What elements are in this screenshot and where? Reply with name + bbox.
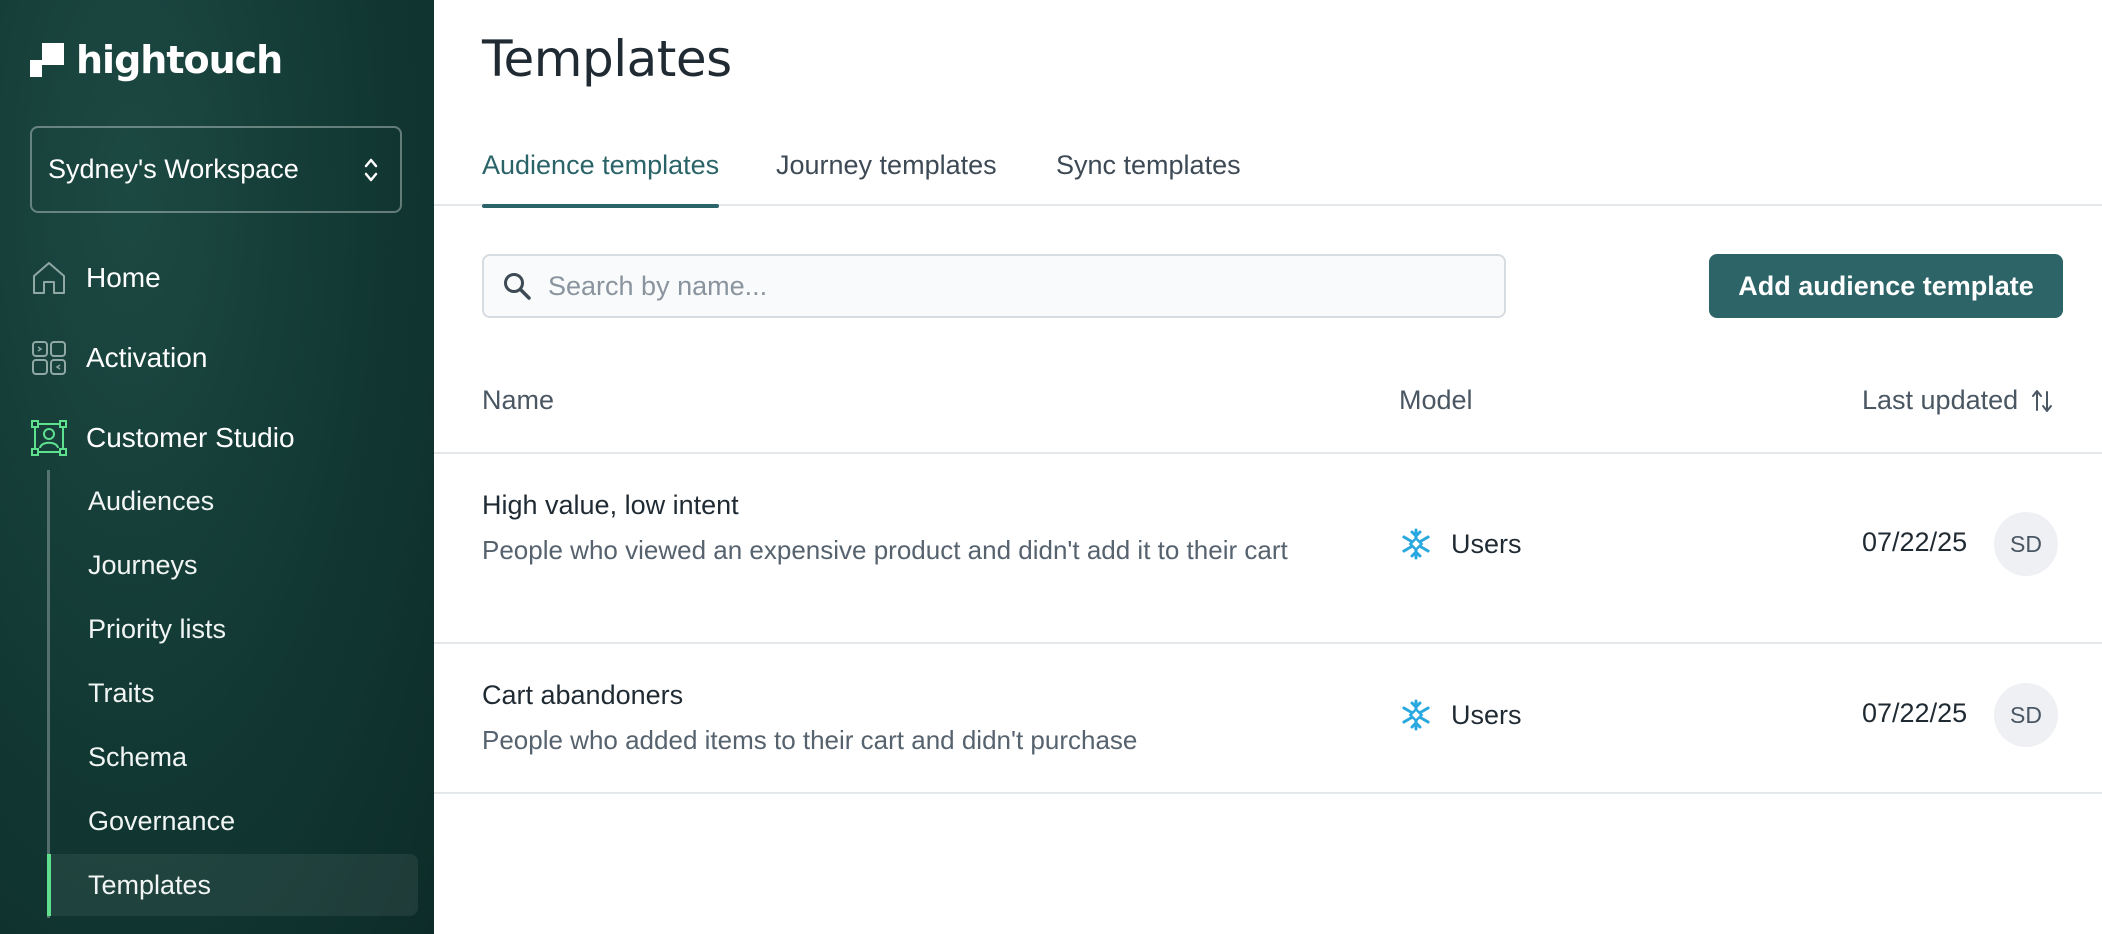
table-header: Name Model Last updated xyxy=(434,370,2102,454)
template-description: People who viewed an expensive product a… xyxy=(482,535,1288,565)
logo-text: hightouch xyxy=(76,38,283,82)
subnav-item-schema[interactable]: Schema xyxy=(48,726,418,788)
last-updated-date: 07/22/25 xyxy=(1862,698,1968,728)
tab-journey-templates[interactable]: Journey templates xyxy=(776,150,997,206)
main-content: Templates Audience templates Journey tem… xyxy=(434,0,2102,934)
nav-label: Home xyxy=(86,262,161,293)
column-header-label: Last updated xyxy=(1862,385,2019,415)
avatar: SD xyxy=(1994,512,2058,576)
last-updated-date: 07/22/25 xyxy=(1862,527,1968,557)
subnav-item-journeys[interactable]: Journeys xyxy=(48,534,418,596)
tab-audience-templates[interactable]: Audience templates xyxy=(482,150,720,208)
search-input[interactable] xyxy=(548,270,1504,302)
sort-icon xyxy=(2032,389,2053,412)
subnav-item-priority-lists[interactable]: Priority lists xyxy=(48,598,418,660)
hightouch-logo-icon xyxy=(30,43,64,77)
snowflake-icon xyxy=(1402,528,1430,560)
avatar: SD xyxy=(1994,683,2058,747)
logo[interactable]: hightouch xyxy=(30,36,283,84)
table-row[interactable]: High value, low intent People who viewed… xyxy=(434,454,2102,644)
add-audience-template-button[interactable]: Add audience template xyxy=(1709,254,2063,318)
search-box[interactable] xyxy=(482,254,1506,318)
snowflake-icon xyxy=(1402,699,1430,731)
template-name: High value, low intent xyxy=(482,490,739,520)
nav-label: Customer Studio xyxy=(86,422,295,453)
nav-item-home[interactable]: Home xyxy=(30,253,161,303)
subnav-item-traits[interactable]: Traits xyxy=(48,662,418,724)
tab-sync-templates[interactable]: Sync templates xyxy=(1056,150,1241,206)
model-name: Users xyxy=(1451,699,1522,730)
tab-bar: Audience templates Journey templates Syn… xyxy=(434,140,2102,208)
sidebar: hightouch Sydney's Workspace Home Activa… xyxy=(0,0,434,934)
template-description: People who added items to their cart and… xyxy=(482,725,1138,755)
model-cell: Users xyxy=(1399,698,1522,732)
workspace-name: Sydney's Workspace xyxy=(48,154,299,184)
table-row[interactable]: Cart abandoners People who added items t… xyxy=(434,644,2102,794)
model-cell: Users xyxy=(1399,527,1522,561)
subnav-item-governance[interactable]: Governance xyxy=(48,790,418,852)
template-name: Cart abandoners xyxy=(482,680,684,710)
subnav-item-templates[interactable]: Templates xyxy=(47,854,418,916)
page-title: Templates xyxy=(482,30,732,88)
chevron-up-down-icon xyxy=(364,158,378,181)
column-header-last-updated[interactable]: Last updated xyxy=(1862,385,2054,416)
subnav-item-audiences[interactable]: Audiences xyxy=(48,470,418,532)
column-header-name: Name xyxy=(482,385,555,415)
column-header-model: Model xyxy=(1399,385,1473,415)
workspace-switcher[interactable]: Sydney's Workspace xyxy=(30,126,402,213)
nav-item-customer-studio[interactable]: Customer Studio xyxy=(30,413,295,463)
nav-label: Activation xyxy=(86,342,208,373)
home-icon xyxy=(30,259,68,297)
model-name: Users xyxy=(1451,528,1522,559)
search-icon xyxy=(504,273,531,300)
activation-icon xyxy=(30,339,68,377)
nav-item-activation[interactable]: Activation xyxy=(30,333,207,383)
customer-studio-icon xyxy=(30,419,68,457)
